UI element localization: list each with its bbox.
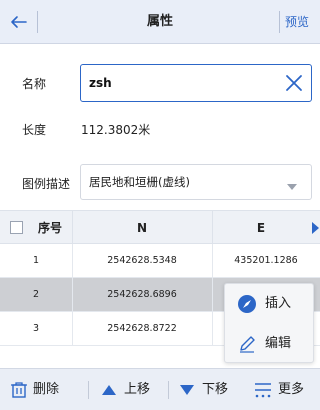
cell-index: 2 (32, 289, 40, 300)
name-value: zsh (89, 76, 112, 90)
name-field[interactable]: zsh (80, 64, 312, 102)
insert-label: 插入 (265, 296, 292, 311)
column-header-index: 序号 (37, 221, 62, 235)
name-label: 名称 (22, 77, 47, 91)
cell-n: 2542628.8722 (107, 323, 177, 334)
scroll-right-icon[interactable] (310, 222, 320, 234)
row-action-menu: 插入 编辑 (224, 283, 314, 363)
triangle-up-icon (100, 381, 118, 399)
move-up-button[interactable]: 上移 (96, 369, 166, 410)
trash-icon (10, 381, 28, 399)
navigate-compass-icon (237, 294, 257, 314)
column-header-e: E (256, 221, 266, 235)
chevron-down-icon (287, 179, 297, 190)
divider (168, 381, 169, 399)
cell-e: 435201.1286 (234, 255, 298, 266)
delete-label: 删除 (33, 382, 60, 397)
pencil-icon (237, 334, 257, 354)
length-label: 长度 (22, 123, 47, 137)
move-down-button[interactable]: 下移 (174, 369, 244, 410)
preview-button[interactable]: 预览 (285, 0, 309, 44)
cell-n: 2542628.6896 (107, 289, 177, 300)
legend-label: 图例描述 (22, 177, 71, 191)
cell-n: 2542628.5348 (107, 255, 177, 266)
close-icon[interactable] (283, 72, 305, 94)
bottom-toolbar: 删除 上移 下移 更多 (0, 368, 320, 410)
table-row[interactable]: 1 2542628.5348 435201.1286 (0, 244, 320, 278)
divider (212, 278, 213, 312)
legend-select[interactable]: 居民地和垣栅(虚线) (80, 164, 312, 200)
insert-menu-item[interactable]: 插入 (225, 284, 315, 324)
more-button[interactable]: 更多 (252, 369, 320, 410)
title-bar: 属性 预览 (0, 0, 320, 44)
move-up-label: 上移 (124, 382, 151, 397)
cell-index: 3 (32, 323, 40, 334)
edit-label: 编辑 (265, 336, 292, 351)
edit-menu-item[interactable]: 编辑 (225, 324, 315, 364)
divider (279, 11, 280, 33)
legend-value: 居民地和垣栅(虚线) (89, 175, 190, 189)
cell-index: 1 (32, 255, 40, 266)
table-header: 序号 N E (0, 210, 320, 245)
column-header-n: N (136, 221, 148, 235)
select-all-checkbox[interactable] (10, 221, 23, 234)
more-label: 更多 (278, 382, 305, 397)
page-title: 属性 (146, 14, 173, 29)
length-value: 112.3802米 (81, 123, 151, 137)
divider (212, 312, 213, 346)
triangle-down-icon (178, 381, 196, 399)
delete-button[interactable]: 删除 (0, 369, 80, 410)
move-down-label: 下移 (202, 382, 229, 397)
divider (88, 381, 89, 399)
more-menu-icon (254, 381, 272, 399)
